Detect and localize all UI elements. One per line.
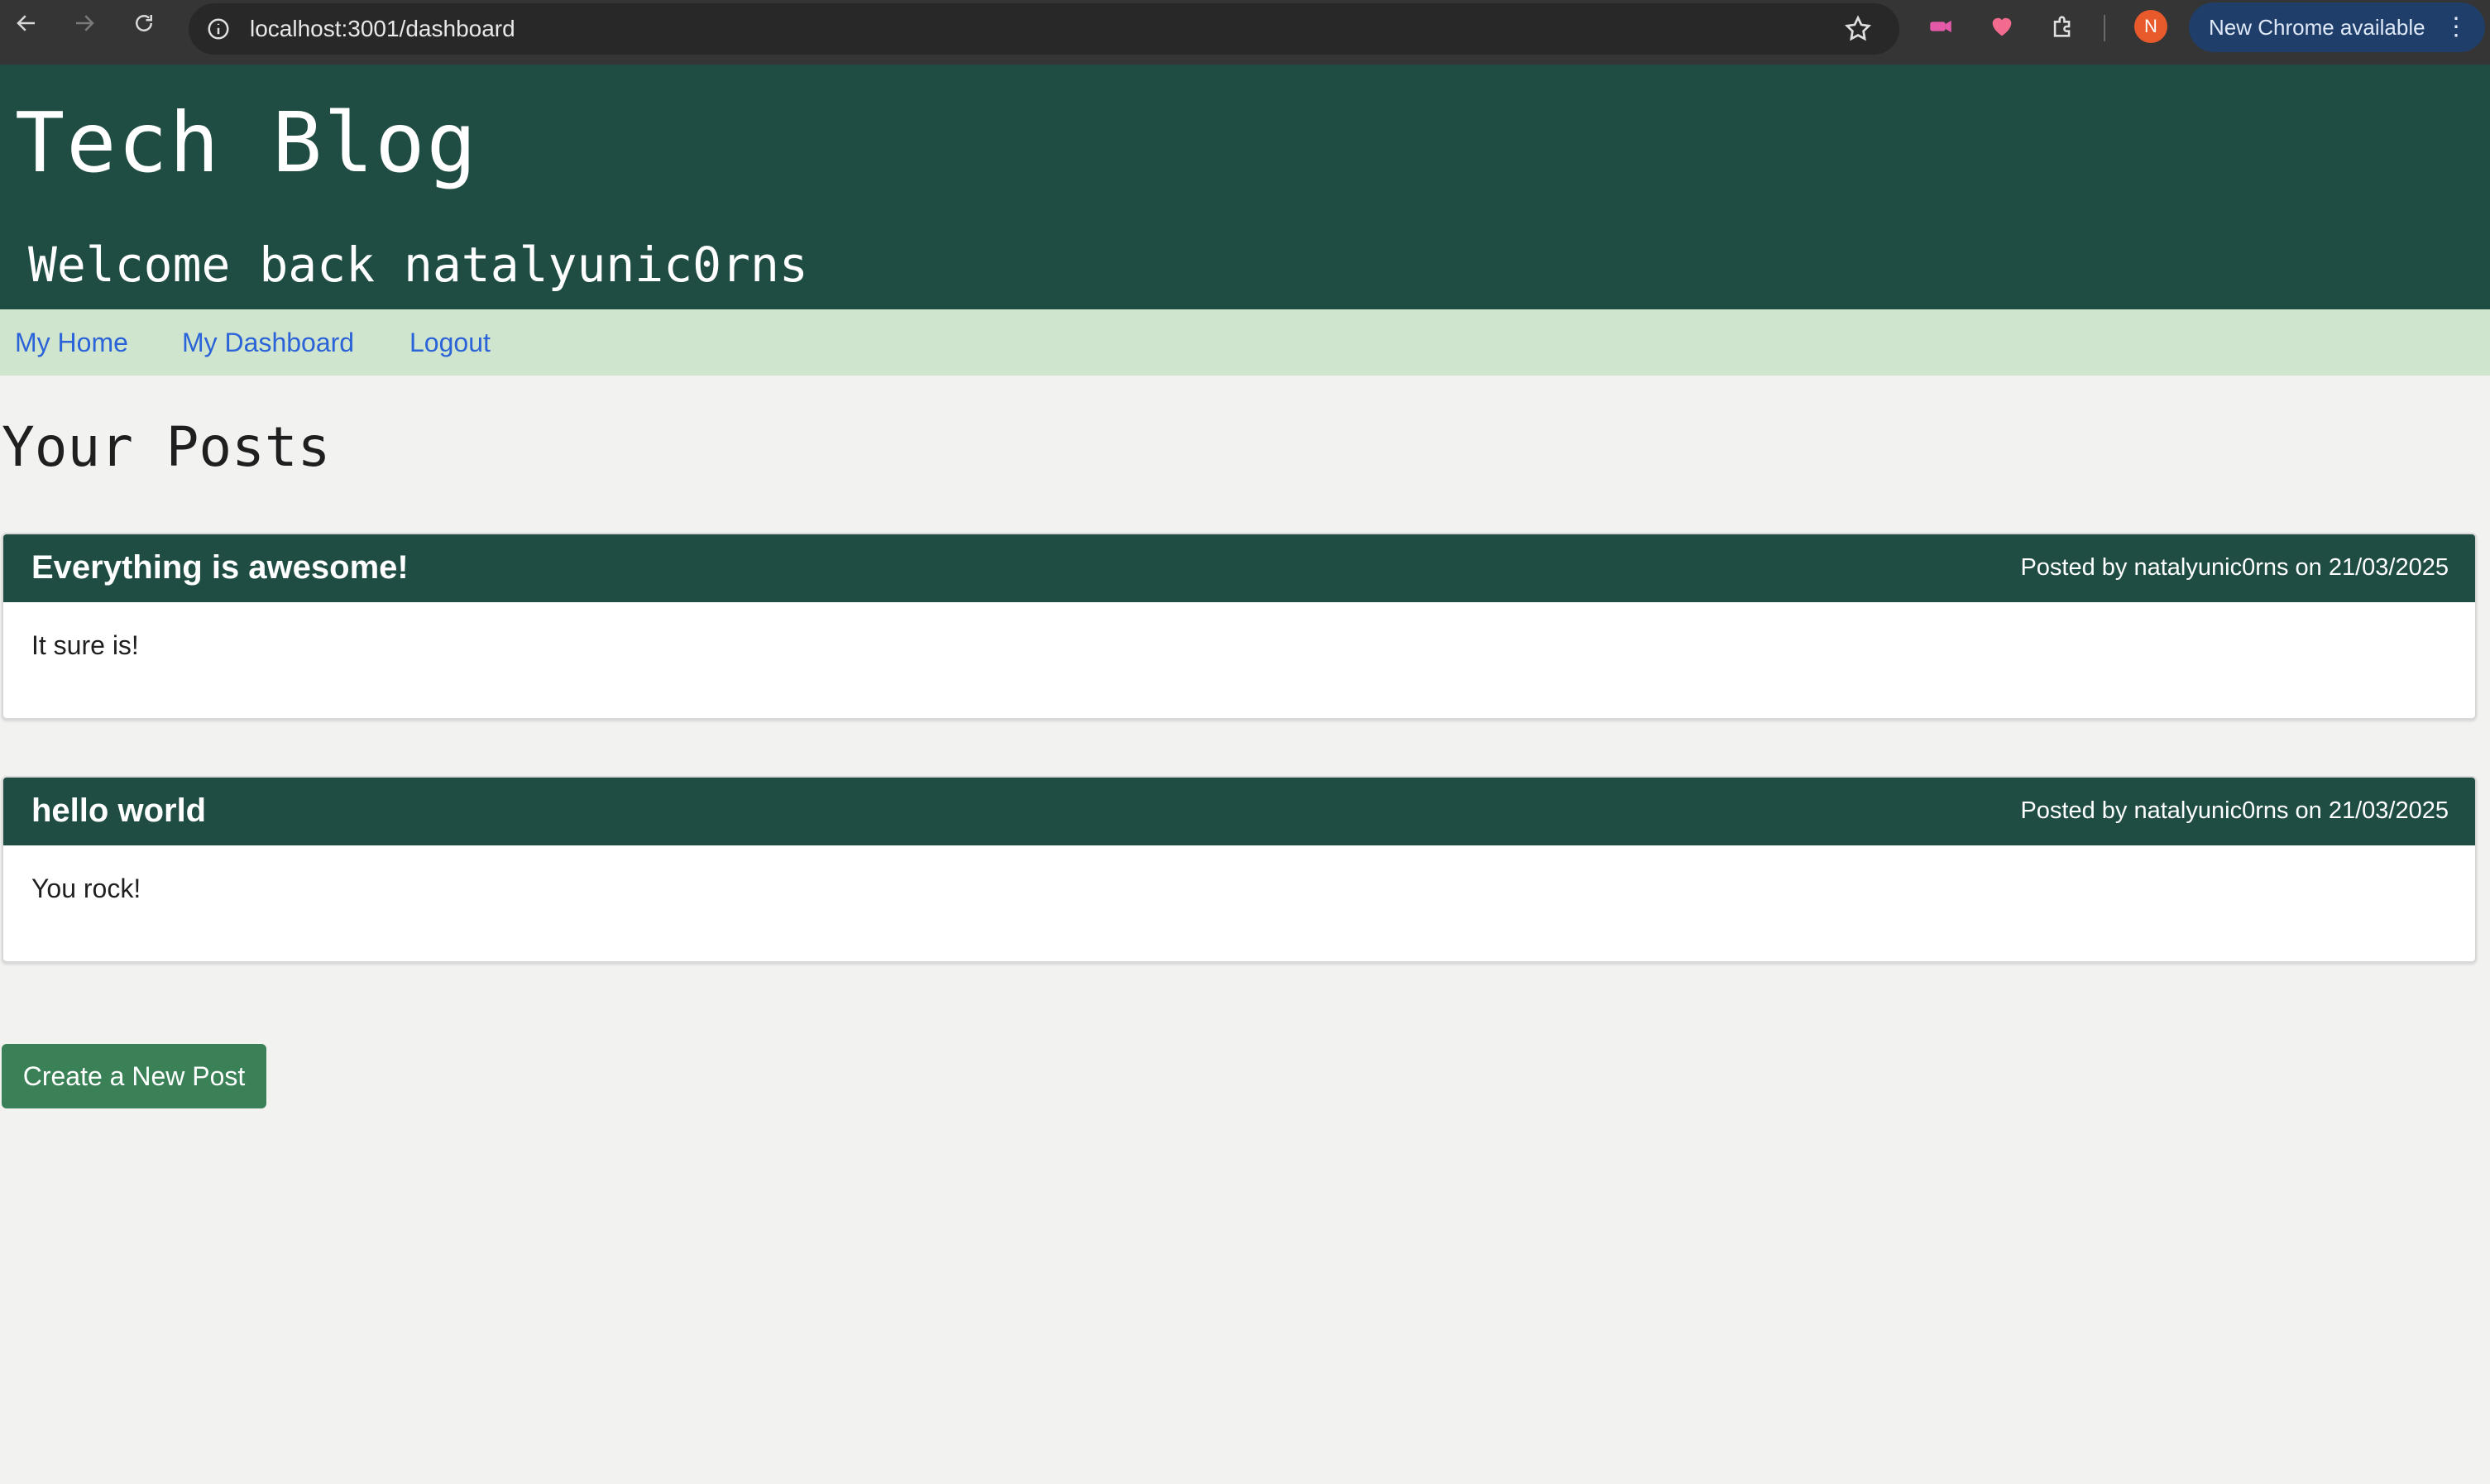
welcome-message: Welcome back natalyunic0rns [28,237,808,293]
heart-icon[interactable] [1987,12,2017,41]
toolbar-divider [2104,15,2105,41]
puzzle-icon[interactable] [2048,12,2078,41]
nav-link-logout[interactable]: Logout [409,328,491,358]
post-title[interactable]: Everything is awesome! [31,549,409,586]
post-body: You rock! [31,874,141,903]
update-label: New Chrome available [2209,14,2425,40]
nav-link-my-dashboard[interactable]: My Dashboard [182,328,354,358]
nav-link-my-home[interactable]: My Home [15,328,128,358]
arrow-right-icon [72,11,97,43]
post-card[interactable]: hello world Posted by natalyunic0rns on … [2,776,2477,963]
bookmark-star-icon[interactable] [1843,14,1873,44]
site-header: Tech Blog Welcome back natalyunic0rns [0,65,2490,309]
kebab-menu-icon[interactable]: ⋮ [2444,12,2468,42]
post-card[interactable]: Everything is awesome! Posted by natalyu… [2,533,2477,720]
extension-icon[interactable] [1926,12,1956,41]
site-title: Tech Blog [15,94,478,191]
post-meta: Posted by natalyunic0rns on 21/03/2025 [2020,797,2449,824]
forward-button[interactable] [61,3,108,50]
avatar[interactable]: N [2134,10,2167,43]
post-header: hello world Posted by natalyunic0rns on … [3,778,2475,845]
post-body: It sure is! [31,630,139,660]
post-title[interactable]: hello world [31,792,206,830]
update-chrome-button[interactable]: New Chrome available ⋮ [2189,2,2485,52]
reload-icon [132,11,156,43]
site-nav: My Home My Dashboard Logout [0,309,2490,376]
page-title: Your Posts [2,415,331,479]
address-bar[interactable]: localhost:3001/dashboard [189,3,1899,55]
reload-button[interactable] [121,3,167,50]
arrow-left-icon [14,11,39,43]
site-info-icon[interactable] [204,14,233,44]
browser-toolbar: localhost:3001/dashboard N New Chrome av… [0,0,2490,65]
back-button[interactable] [3,3,50,50]
url-text[interactable]: localhost:3001/dashboard [250,16,515,42]
create-new-post-button[interactable]: Create a New Post [2,1044,266,1108]
post-meta: Posted by natalyunic0rns on 21/03/2025 [2020,554,2449,581]
post-header: Everything is awesome! Posted by natalyu… [3,534,2475,602]
